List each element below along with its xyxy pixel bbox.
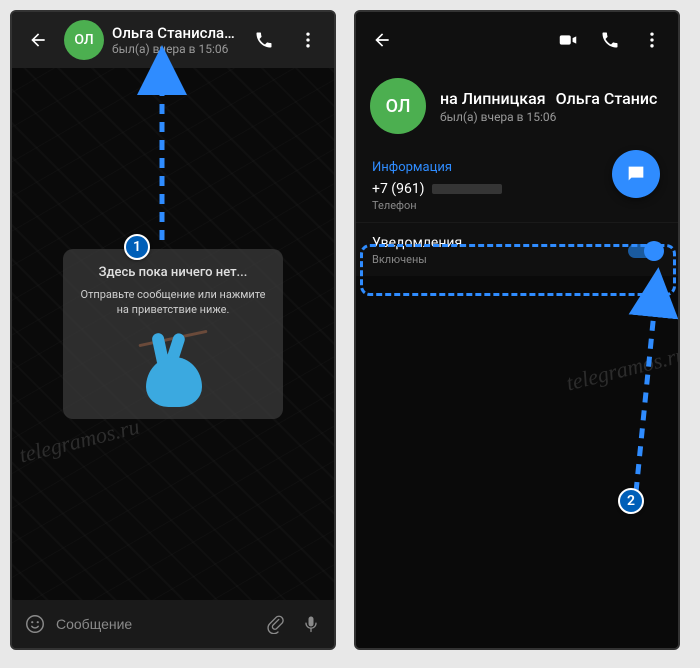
- more-vertical-icon: [642, 30, 662, 50]
- annotation-badge-2: 2: [618, 488, 644, 514]
- avatar[interactable]: ОЛ: [64, 20, 104, 60]
- profile-header: ОЛ на Липницкая Ольга Станис был(а) вчер…: [356, 68, 678, 148]
- phone-value: +7 (961): [372, 181, 425, 197]
- greeting-sticker[interactable]: [128, 327, 218, 407]
- notifications-state: Включены: [372, 253, 628, 266]
- empty-title: Здесь пока ничего нет...: [77, 265, 269, 280]
- attach-button[interactable]: [260, 606, 290, 642]
- smile-icon: [24, 613, 46, 635]
- empty-chat-card[interactable]: Здесь пока ничего нет... Отправьте сообщ…: [63, 249, 283, 420]
- profile-top-bar: [356, 12, 678, 68]
- phone-redacted: [432, 184, 502, 194]
- chat-subtitle: был(а) вчера в 15:06: [112, 42, 238, 56]
- back-button[interactable]: [20, 22, 56, 58]
- more-menu-button[interactable]: [634, 22, 670, 58]
- message-input[interactable]: [56, 616, 254, 632]
- notifications-label: Уведомления: [372, 235, 628, 251]
- chat-title: Ольга Станиславо...: [112, 24, 238, 42]
- annotation-badge-1: 1: [124, 234, 150, 260]
- voice-button[interactable]: [296, 606, 326, 642]
- message-fab[interactable]: [612, 150, 660, 198]
- microphone-icon: [301, 614, 321, 634]
- chat-icon: [625, 163, 647, 185]
- video-icon: [557, 29, 579, 51]
- profile-name-part1: на Липницкая: [440, 89, 546, 108]
- profile-subtitle: был(а) вчера в 15:06: [440, 110, 664, 124]
- video-call-button[interactable]: [550, 22, 586, 58]
- more-vertical-icon: [298, 30, 318, 50]
- avatar[interactable]: ОЛ: [370, 78, 426, 134]
- chat-header: ОЛ Ольга Станиславо... был(а) вчера в 15…: [12, 12, 334, 68]
- arrow-left-icon: [28, 30, 48, 50]
- watermark: telegramos.ru: [17, 414, 142, 469]
- profile-name-part2: Ольга Станис: [556, 89, 658, 108]
- phone-icon: [254, 30, 274, 50]
- back-button[interactable]: [364, 22, 400, 58]
- watermark: telegramos.ru: [564, 342, 680, 397]
- chat-title-block[interactable]: Ольга Станиславо... был(а) вчера в 15:06: [112, 24, 238, 56]
- more-menu-button[interactable]: [290, 22, 326, 58]
- phone-icon: [600, 30, 620, 50]
- notifications-toggle[interactable]: [628, 244, 662, 258]
- profile-screen: ОЛ на Липницкая Ольга Станис был(а) вчер…: [354, 10, 680, 650]
- phone-label: Телефон: [372, 199, 662, 212]
- notifications-row[interactable]: Уведомления Включены: [356, 222, 678, 276]
- empty-desc: Отправьте сообщение или нажмите на приве…: [77, 288, 269, 318]
- paperclip-icon: [265, 614, 285, 634]
- call-button[interactable]: [592, 22, 628, 58]
- profile-name-block: на Липницкая Ольга Станис был(а) вчера в…: [440, 89, 664, 124]
- arrow-left-icon: [372, 30, 392, 50]
- call-button[interactable]: [246, 22, 282, 58]
- chat-screen: ОЛ Ольга Станиславо... был(а) вчера в 15…: [10, 10, 336, 650]
- emoji-button[interactable]: [20, 606, 50, 642]
- message-input-bar: [12, 600, 334, 648]
- chat-body: telegramos.ru Здесь пока ничего нет... О…: [12, 68, 334, 600]
